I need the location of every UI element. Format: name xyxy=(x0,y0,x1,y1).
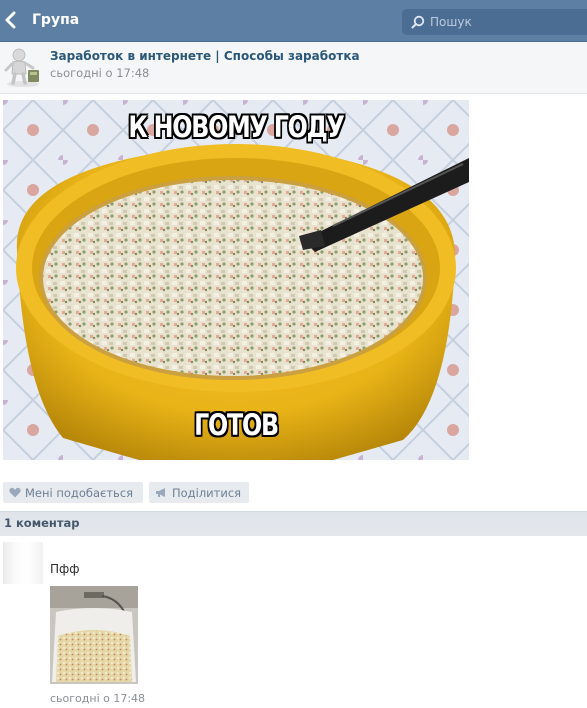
comment-author-avatar[interactable] xyxy=(3,542,43,584)
post-header: Заработок в интернете | Способы заработк… xyxy=(0,42,587,94)
like-button-label: Мені подобається xyxy=(25,485,134,500)
share-button-label: Поділитися xyxy=(172,485,242,500)
comments-header[interactable]: 1 коментар xyxy=(0,511,587,536)
comments-count: 1 коментар xyxy=(4,516,80,530)
meme-caption-bottom: ГОТОВ xyxy=(194,408,279,442)
group-avatar-image xyxy=(4,48,39,87)
comment-text: Пфф xyxy=(50,562,80,576)
share-button[interactable]: Поділитися xyxy=(149,482,249,503)
search-icon xyxy=(411,15,425,29)
like-button[interactable]: Мені подобається xyxy=(3,482,143,503)
comment-photo[interactable] xyxy=(50,586,138,684)
page-title[interactable]: Група xyxy=(32,12,79,28)
megaphone-icon xyxy=(156,488,165,497)
back-button[interactable] xyxy=(4,11,18,29)
search-box[interactable] xyxy=(402,9,587,35)
salad-bowl-photo xyxy=(3,100,469,460)
group-name-link[interactable]: Заработок в интернете | Способы заработк… xyxy=(50,49,360,63)
top-bar: Група xyxy=(0,0,587,42)
post-image[interactable]: К НОВОМУ ГОДУ ГОТОВ xyxy=(3,100,469,460)
heart-icon xyxy=(9,487,21,498)
meme-caption-top: К НОВОМУ ГОДУ xyxy=(128,110,345,144)
post-timestamp[interactable]: сьогодні о 17:48 xyxy=(50,66,149,80)
group-avatar[interactable] xyxy=(3,46,43,88)
bathtub-salad-photo xyxy=(50,586,138,684)
search-input[interactable] xyxy=(430,12,580,32)
chevron-left-icon xyxy=(5,11,16,29)
comment-timestamp[interactable]: сьогодні о 17:48 xyxy=(50,692,145,705)
